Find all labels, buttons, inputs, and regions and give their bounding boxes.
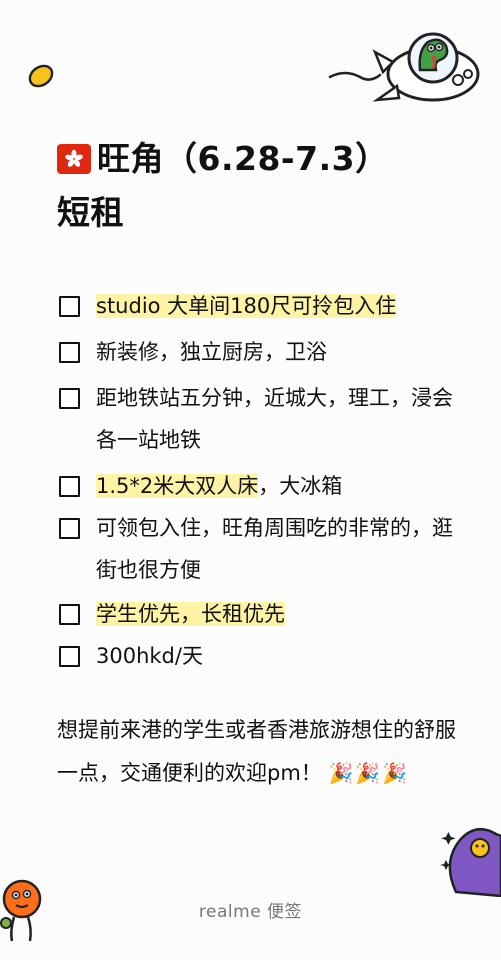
checklist-item: 新装修，独立厨房，卫浴 [58, 331, 458, 373]
checklist-item-text: ，大冰箱 [258, 474, 343, 498]
checkbox-icon[interactable] [59, 342, 80, 363]
title-line-1: 旺角（6.28-7.3） [97, 139, 389, 178]
purple-blob-sticker [440, 827, 501, 897]
dinosaur-rocket-sticker [328, 32, 480, 102]
hong-kong-flag-icon [57, 144, 91, 174]
checkbox-icon[interactable] [59, 518, 80, 539]
checkbox-icon[interactable] [59, 296, 80, 317]
checklist-item: 距地铁站五分钟，近城大，理工，浸会各一站地铁 [58, 377, 458, 461]
checklist-item-text: 学生优先，长租优先 [96, 602, 285, 626]
checklist-item-text: 可领包入住，旺角周围吃的非常的，逛街也很方便 [96, 516, 453, 582]
app-footer-label: realme 便签 [198, 902, 303, 922]
checklist-item: 学生优先，长租优先 [58, 593, 458, 635]
checklist-item: 1.5*2米大双人床，大冰箱 [58, 465, 458, 507]
checklist-item-text: 距地铁站五分钟，近城大，理工，浸会各一站地铁 [96, 386, 453, 452]
checklist-item: 可领包入住，旺角周围吃的非常的，逛街也很方便 [58, 507, 458, 591]
bean-sticker [28, 64, 54, 88]
checkbox-icon[interactable] [59, 646, 80, 667]
checkbox-icon[interactable] [59, 388, 80, 409]
checklist-item: 300hkd/天 [58, 635, 458, 677]
checkbox-icon[interactable] [59, 604, 80, 625]
note-title: 旺角（6.28-7.3） 短租 [57, 132, 477, 240]
checklist-item-text: studio 大单间180尺可拎包入住 [96, 294, 397, 318]
party-popper-icon: 🎉🎉🎉 [328, 761, 410, 785]
checklist-item-text: 300hkd/天 [96, 644, 203, 668]
checkbox-icon[interactable] [59, 476, 80, 497]
title-line-2: 短租 [57, 193, 124, 232]
checklist: studio 大单间180尺可拎包入住 新装修，独立厨房，卫浴 距地铁站五分钟，… [58, 285, 458, 677]
checklist-item: studio 大单间180尺可拎包入住 [58, 285, 458, 327]
checklist-item-text-highlight: 1.5*2米大双人床 [96, 474, 259, 498]
checklist-item-text: 新装修，独立厨房，卫浴 [96, 340, 327, 364]
note-body: 想提前来港的学生或者香港旅游想住的舒服一点，交通便利的欢迎pm！ 🎉🎉🎉 [57, 709, 457, 795]
